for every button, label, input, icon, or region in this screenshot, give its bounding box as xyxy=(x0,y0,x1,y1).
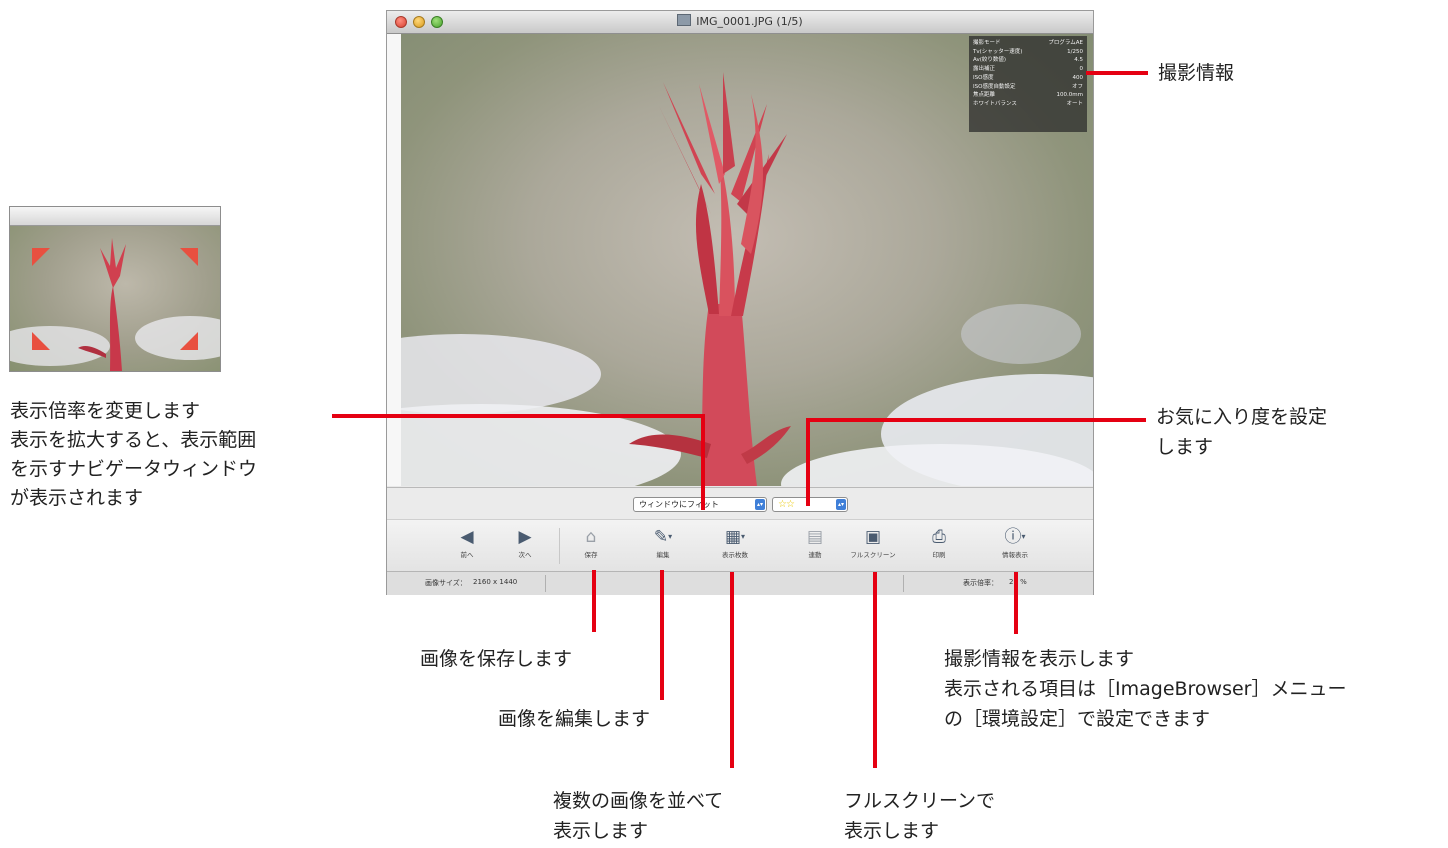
label-zoom-2: 表示を拡大すると、表示範囲 xyxy=(10,429,257,451)
label-rating-1: お気に入り度を設定 xyxy=(1156,406,1328,428)
label-save: 画像を保存します xyxy=(420,648,573,670)
image-viewer-window: IMG_0001.JPG (1/5) 撮影モード プログラムAE Tv(シャッター速… xyxy=(386,10,1094,595)
toolbar-divider xyxy=(559,528,560,564)
zoom-select[interactable]: ウィンドウにフィット ▴▾ xyxy=(633,497,767,512)
status-bar: 画像サイズ： 2160 x 1440 表示倍率： 29 % xyxy=(387,571,1093,595)
shooting-info-label: Av(絞り数値) xyxy=(973,57,1006,64)
shooting-info-label: ISO感度 xyxy=(973,74,994,81)
callout-line-shooting-info xyxy=(1086,71,1148,75)
image-size-value: 2160 x 1440 xyxy=(473,578,518,586)
triangle-right-icon: ▶ xyxy=(518,527,532,547)
callout-line-rating-v xyxy=(806,418,810,506)
label-display-count-1: 複数の画像を並べて xyxy=(553,790,724,812)
shooting-info-value: 100.0mm xyxy=(1056,92,1083,99)
select-arrows-icon: ▴▾ xyxy=(836,499,846,510)
label-zoom-1: 表示倍率を変更します xyxy=(10,400,201,422)
status-divider xyxy=(545,575,546,592)
shooting-info-label: ISO感度自動設定 xyxy=(973,83,1016,90)
navigator-window xyxy=(9,206,221,372)
rating-select[interactable]: ☆☆ ▴▾ xyxy=(772,497,848,512)
shooting-info-label: 露出補正 xyxy=(973,66,996,73)
triangle-left-icon: ◀ xyxy=(460,527,474,547)
prev-button[interactable]: ◀ 前へ xyxy=(437,524,497,570)
shooting-info-row: ISO感度自動設定 オフ xyxy=(973,83,1083,92)
label-rating-2: します xyxy=(1156,436,1214,458)
zoom-ratio-label: 表示倍率： xyxy=(963,579,998,587)
callout-line-info xyxy=(1014,572,1018,634)
label-zoom-4: が表示されます xyxy=(10,487,144,509)
link-icon: ▤ xyxy=(806,527,824,547)
rating-stars: ☆☆ xyxy=(778,499,795,510)
edit-button[interactable]: ✎▾ 編集 xyxy=(633,524,693,570)
window-title: IMG_0001.JPG (1/5) xyxy=(696,15,803,28)
interlock-button[interactable]: ▤ 連動 xyxy=(785,524,845,570)
grid-icon: ▦▾ xyxy=(724,527,746,547)
shooting-info-row: 露出補正 0 xyxy=(973,65,1083,74)
document-icon xyxy=(677,14,692,26)
shooting-info-value: プログラムAE xyxy=(1048,40,1083,46)
shooting-info-overlay: 撮影モード プログラムAE Tv(シャッター速度) 1/250 Av(絞り数値) 4.5 露… xyxy=(969,36,1087,132)
print-button[interactable]: ⎙ 印刷 xyxy=(909,524,969,570)
shooting-info-value: オート xyxy=(1066,100,1083,107)
label-info-2: 表示される項目は［ImageBrowser］メニュー xyxy=(944,678,1347,700)
printer-icon: ⎙ xyxy=(932,527,946,547)
callout-line-zoom-v xyxy=(701,414,705,510)
shooting-info-row: 焦点距離 100.0mm xyxy=(973,91,1083,100)
shooting-info-row: Tv(シャッター速度) 1/250 xyxy=(973,48,1083,57)
view-control-bar: ウィンドウにフィット ▴▾ ☆☆ ▴▾ xyxy=(387,487,1093,520)
info-icon: ⓘ▾ xyxy=(1004,527,1026,547)
save-icon: ⌂ xyxy=(585,527,597,547)
callout-line-fullscreen xyxy=(873,572,877,768)
shooting-info-label: ホワイトバランス xyxy=(973,100,1017,107)
monitor-icon: ▣ xyxy=(864,527,882,547)
viewer-toolbar: ◀ 前へ ▶ 次へ ⌂ 保存 ✎▾ 編集 ▦▾ 表示枚数 ▤ 連動 ▣ フルスク… xyxy=(387,519,1093,572)
shooting-info-value: 1/250 xyxy=(1067,48,1083,55)
shooting-info-value: オフ xyxy=(1071,83,1083,90)
shooting-info-row: ホワイトバランス オート xyxy=(973,100,1083,109)
label-edit: 画像を編集します xyxy=(498,708,651,730)
label-fullscreen-1: フルスクリーンで xyxy=(844,790,996,812)
shooting-info-label: Tv(シャッター速度) xyxy=(973,48,1023,55)
shooting-info-row: 撮影モード プログラムAE xyxy=(973,39,1083,48)
callout-line-edit xyxy=(660,570,664,700)
status-divider xyxy=(903,575,904,592)
navigator-titlebar xyxy=(10,207,220,226)
edit-icon: ✎▾ xyxy=(653,527,673,547)
shooting-info-value: 0 xyxy=(1079,66,1084,73)
navigator-frame-corners[interactable] xyxy=(10,226,220,371)
shooting-info-row: Av(絞り数値) 4.5 xyxy=(973,56,1083,65)
shooting-info-value: 4.5 xyxy=(1074,57,1083,64)
label-info-1: 撮影情報を表示します xyxy=(944,648,1135,670)
window-left-edge xyxy=(387,34,402,486)
next-button[interactable]: ▶ 次へ xyxy=(495,524,555,570)
shooting-info-value: 400 xyxy=(1072,74,1084,81)
callout-line-zoom xyxy=(332,414,704,418)
shooting-info-label: 焦点距離 xyxy=(973,92,996,99)
navigator-preview xyxy=(10,226,220,371)
callout-line-save xyxy=(592,570,596,632)
callout-line-display-count xyxy=(730,572,734,768)
label-info-3: の［環境設定］で設定できます xyxy=(944,708,1211,730)
shooting-info-label: 撮影モード xyxy=(973,40,1001,46)
fullscreen-button[interactable]: ▣ フルスクリーン xyxy=(841,524,905,570)
label-zoom-3: を示すナビゲータウィンドウ xyxy=(10,458,258,480)
callout-line-rating xyxy=(806,418,1146,422)
label-fullscreen-2: 表示します xyxy=(844,820,940,842)
info-button[interactable]: ⓘ▾ 情報表示 xyxy=(985,524,1045,570)
image-size-label: 画像サイズ： xyxy=(425,579,467,587)
select-arrows-icon: ▴▾ xyxy=(755,499,765,510)
shooting-info-row: ISO感度 400 xyxy=(973,74,1083,83)
label-shooting-info: 撮影情報 xyxy=(1158,62,1235,84)
zoom-select-value: ウィンドウにフィット xyxy=(639,500,719,509)
save-button[interactable]: ⌂ 保存 xyxy=(561,524,621,570)
label-display-count-2: 表示します xyxy=(553,820,649,842)
display-count-button[interactable]: ▦▾ 表示枚数 xyxy=(705,524,765,570)
